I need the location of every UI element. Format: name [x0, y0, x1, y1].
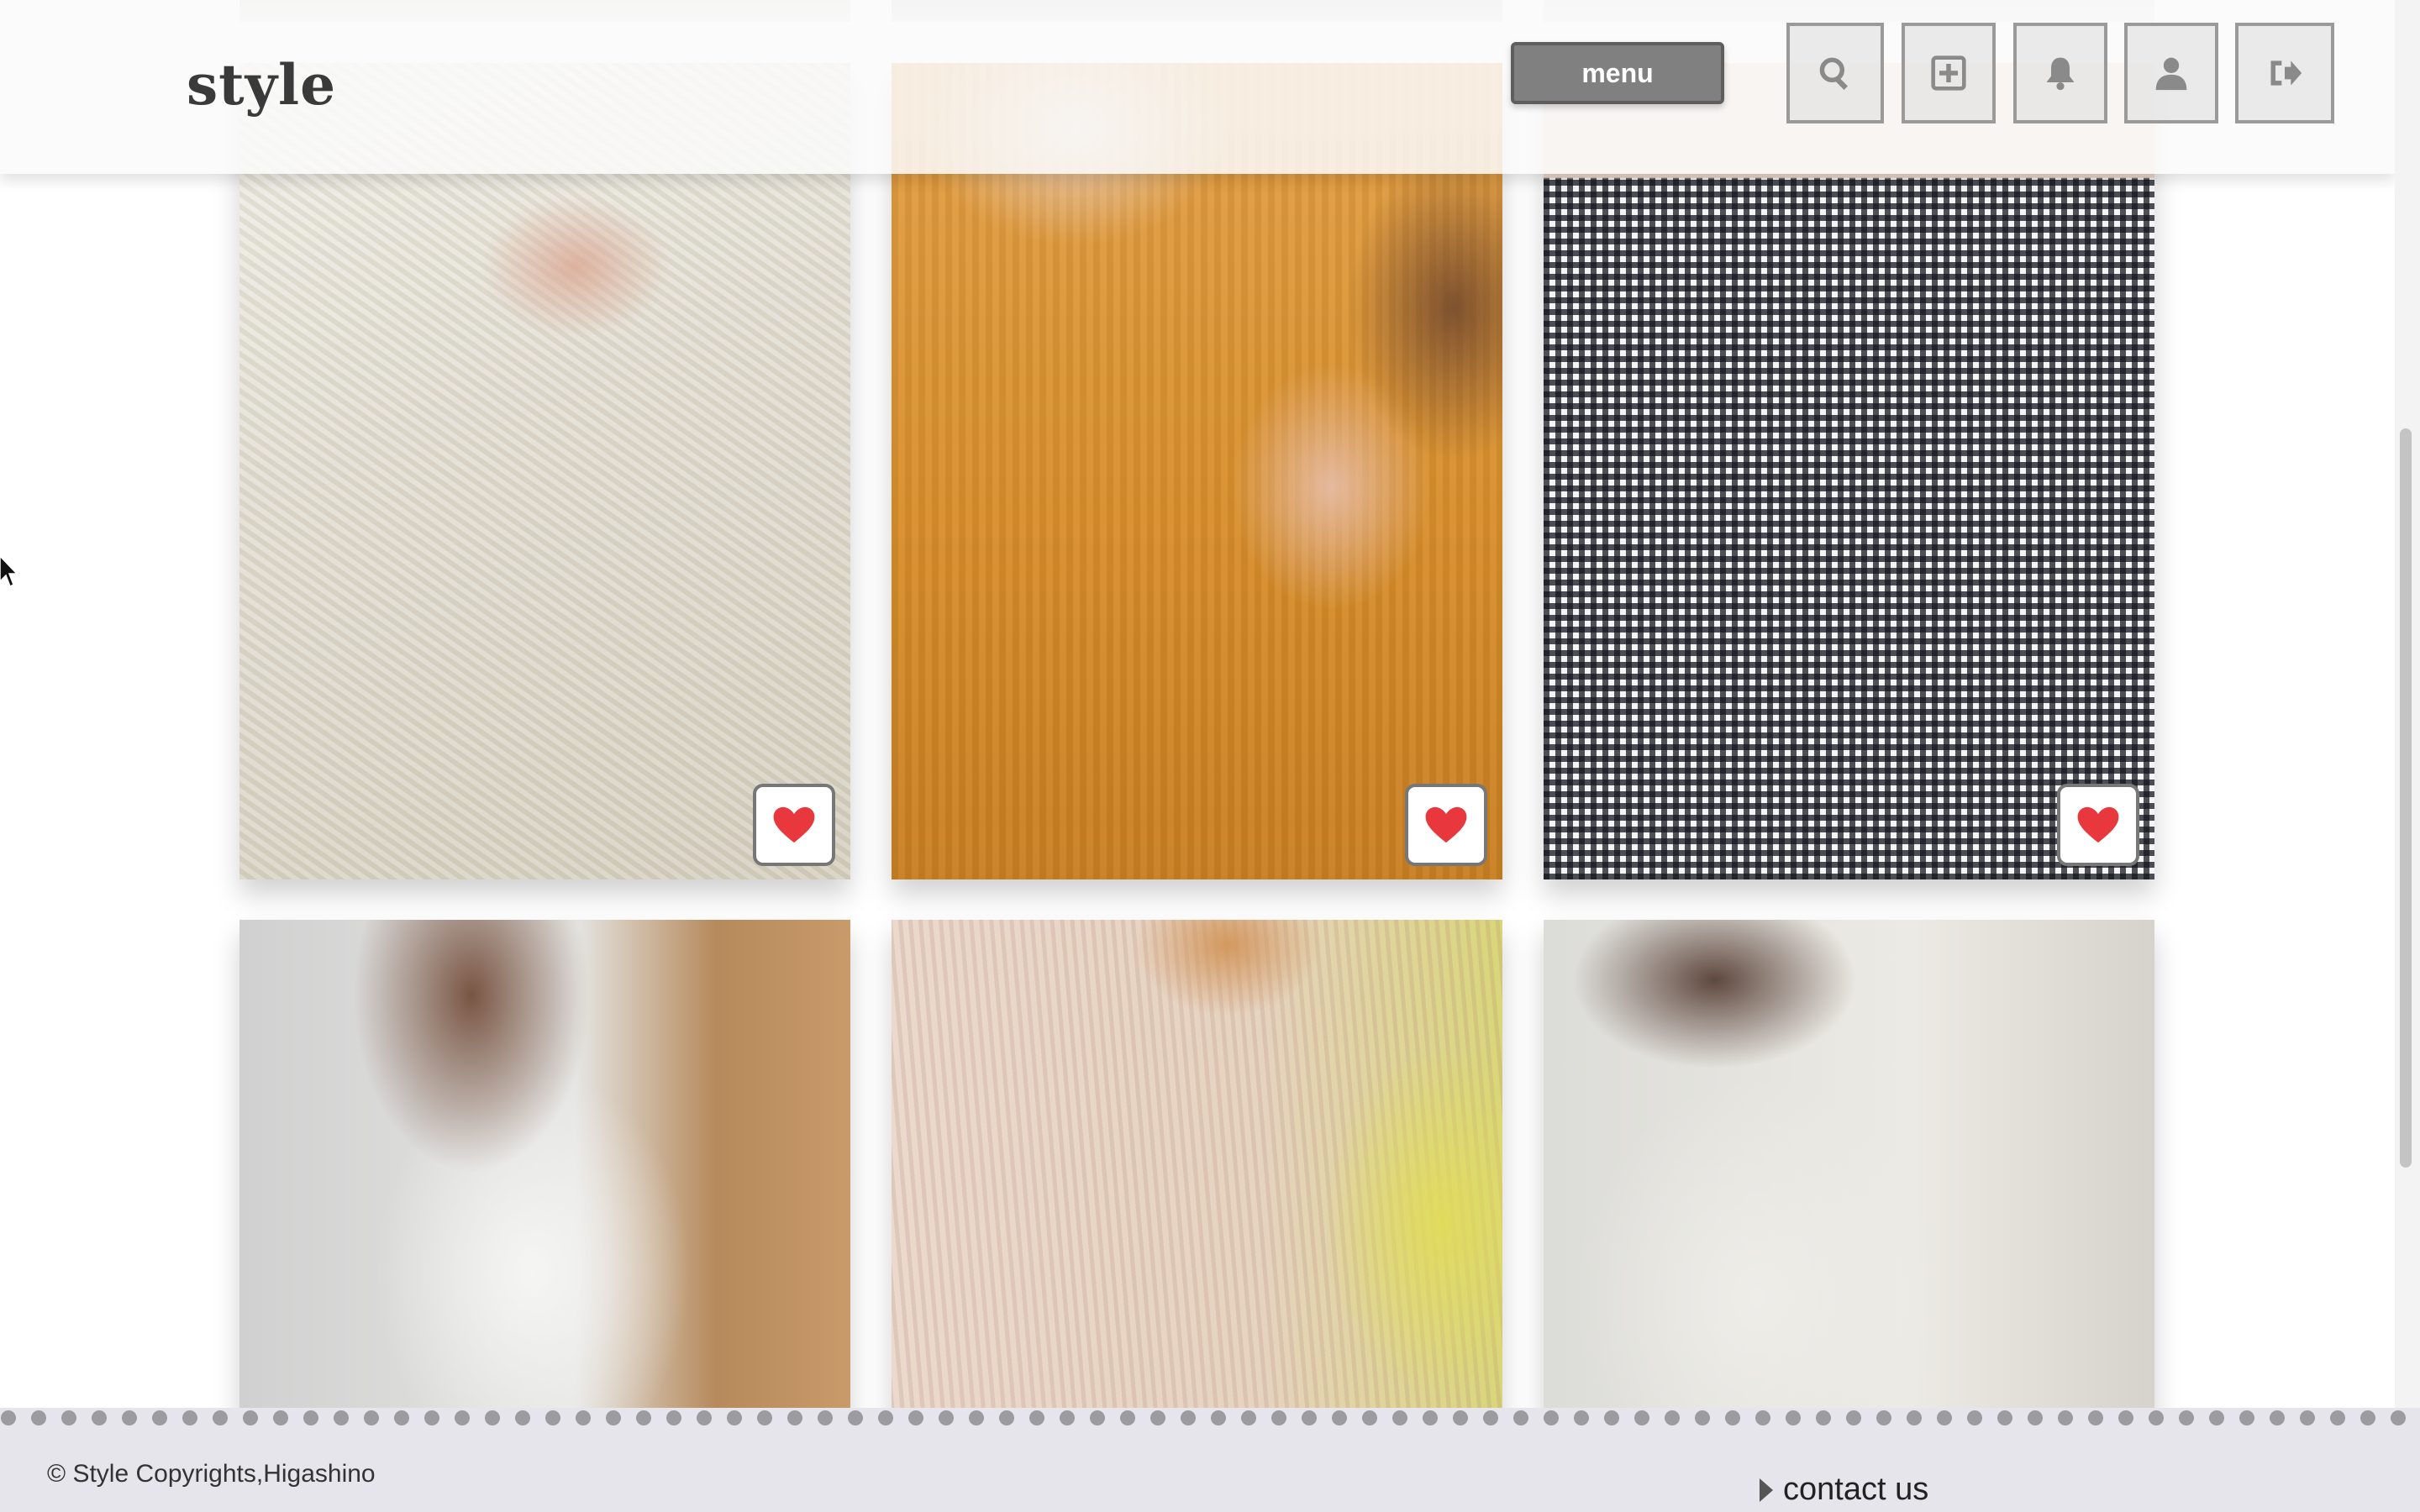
post-tile-white-dress[interactable] [239, 920, 850, 1424]
post-tile-gingham-top[interactable] [1544, 63, 2154, 879]
plus-square-icon [1931, 55, 1966, 91]
heart-icon [773, 806, 815, 843]
scrollbar-thumb[interactable] [2400, 428, 2412, 1168]
bell-icon [2046, 57, 2075, 91]
site-logo[interactable]: style [187, 52, 336, 118]
contact-label: contact us [1783, 1472, 1929, 1507]
caret-right-icon [1760, 1478, 1773, 1502]
like-button[interactable] [753, 784, 835, 866]
notifications-button[interactable] [2013, 23, 2107, 123]
post-tile-white-cardigan[interactable] [1544, 920, 2154, 1424]
post-photo [1544, 920, 2154, 1424]
search-icon [1819, 57, 1848, 90]
contact-link[interactable]: contact us [1760, 1472, 1928, 1508]
copyright-text: © Style Copyrights,Higashino [47, 1460, 376, 1488]
heart-icon [2077, 806, 2119, 843]
post-photo [892, 63, 1502, 879]
menu-button[interactable]: menu [1511, 42, 1724, 104]
like-button[interactable] [2057, 784, 2139, 866]
post-tile-mustard-cardigan[interactable] [892, 63, 1502, 879]
post-photo [239, 920, 850, 1424]
user-icon [2155, 57, 2187, 91]
mouse-cursor-icon [0, 556, 17, 588]
post-photo [892, 920, 1502, 1424]
post-tile-lace-dress[interactable] [239, 63, 850, 879]
sign-out-icon [2270, 60, 2302, 86]
like-button[interactable] [1405, 784, 1487, 866]
heart-icon [1425, 806, 1467, 843]
new-post-button[interactable] [1902, 23, 1996, 123]
profile-button[interactable] [2124, 23, 2218, 123]
post-tile-floral-blouse[interactable] [892, 920, 1502, 1424]
app-header: style menu [0, 0, 2395, 174]
logout-button[interactable] [2235, 23, 2334, 123]
footer-dotted-border [0, 1408, 2420, 1428]
search-button[interactable] [1786, 23, 1884, 123]
post-photo [1544, 63, 2154, 879]
post-photo [239, 63, 850, 879]
